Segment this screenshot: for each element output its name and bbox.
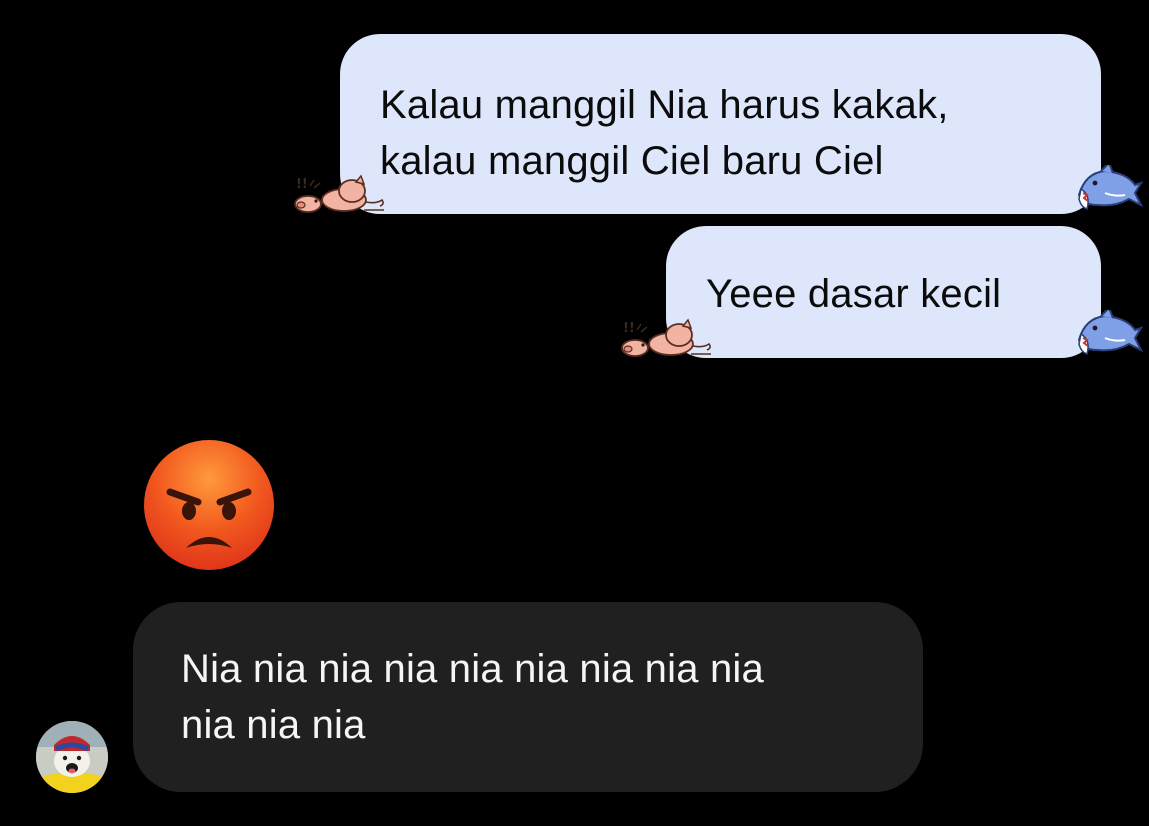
shark-sticker-icon[interactable] [1075,161,1144,218]
message-text-line: nia nia nia [181,703,366,747]
incoming-message-bubble[interactable]: Nia nia nia nia nia nia nia nia nia nia … [133,602,923,792]
svg-text:!!: !! [296,177,308,192]
pig-sticker-icon[interactable]: !! [294,172,388,219]
outgoing-message-bubble[interactable]: Kalau manggil Nia harus kakak, kalau man… [340,34,1101,214]
sender-avatar-icon[interactable] [36,721,108,793]
shark-sticker-icon[interactable] [1075,306,1144,363]
message-text-line: Kalau manggil Nia harus kakak, [380,83,949,127]
message-text-line: Nia nia nia nia nia nia nia nia nia [181,647,764,691]
svg-text:!!: !! [623,321,635,336]
outgoing-message-bubble[interactable]: Yeee dasar kecil [666,226,1101,358]
message-text-line: kalau manggil Ciel baru Ciel [380,139,884,183]
angry-face-emoji-icon[interactable] [142,438,276,572]
pig-sticker-icon[interactable]: !! [621,316,715,363]
message-text-line: Yeee dasar kecil [706,272,1002,316]
